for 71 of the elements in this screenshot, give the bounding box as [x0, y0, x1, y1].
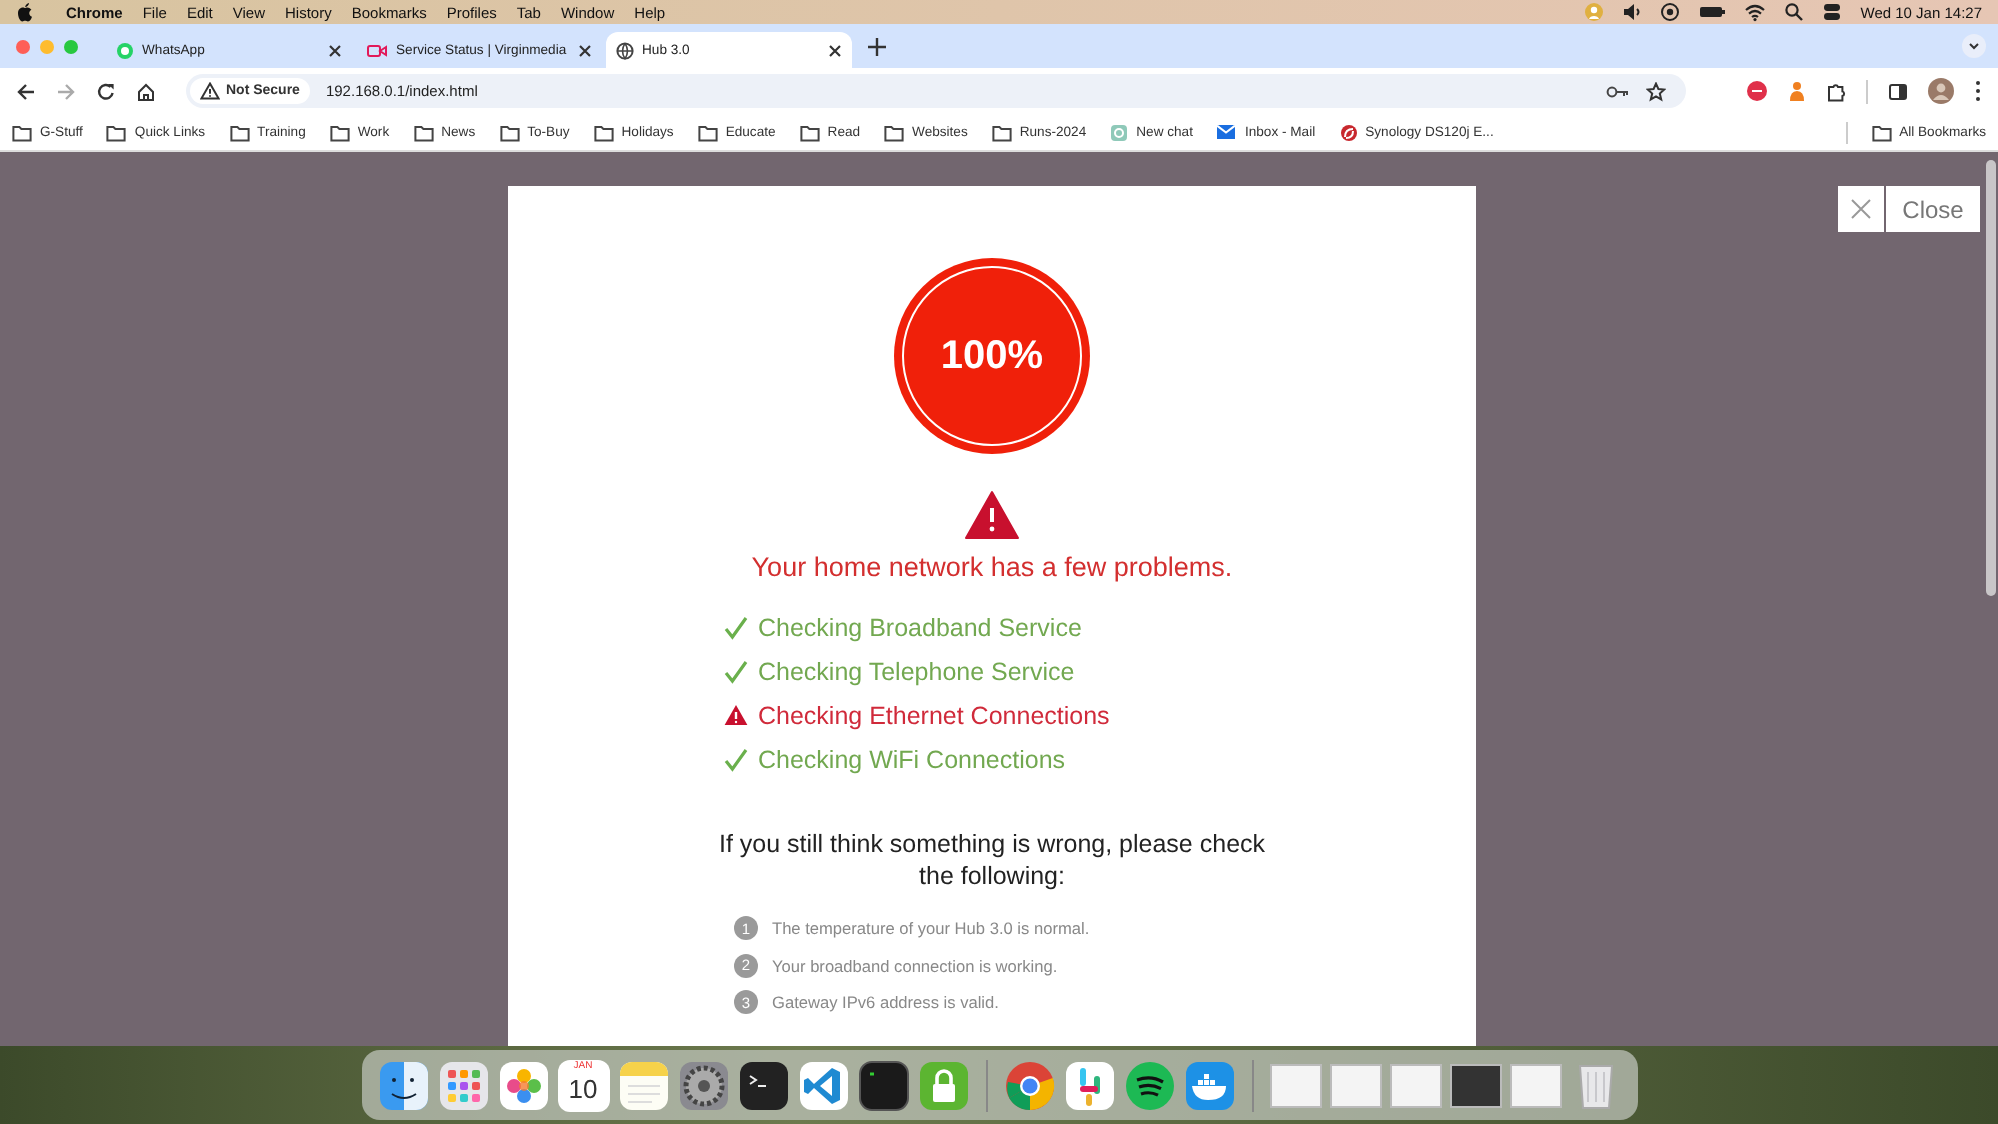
- face-icon[interactable]: [377, 1059, 429, 1111]
- close-button[interactable]: Close: [1886, 186, 1980, 232]
- terminal-icon[interactable]: [857, 1059, 909, 1111]
- sound-waves-icon[interactable]: [1123, 1059, 1175, 1111]
- more-menu-icon[interactable]: [1974, 80, 1982, 102]
- check-label: Checking Broadband Service: [758, 613, 1082, 641]
- folder-icon: [106, 123, 127, 141]
- folder-icon: [1871, 123, 1892, 141]
- toggles-icon[interactable]: [1822, 2, 1843, 22]
- side-panel-icon[interactable]: [1888, 81, 1908, 101]
- check-label: Checking Ethernet Connections: [758, 701, 1110, 729]
- folder-icon: [329, 123, 350, 141]
- check-label: Checking WiFi Connections: [758, 745, 1066, 773]
- envelope-icon: [1216, 124, 1237, 140]
- battery-icon[interactable]: [1698, 2, 1727, 22]
- folder-icon: [697, 123, 718, 141]
- flower-icon[interactable]: [497, 1059, 549, 1111]
- reload-icon[interactable]: [96, 81, 116, 101]
- folder-icon: [499, 123, 520, 141]
- folder-icon: [593, 123, 614, 141]
- terminal-icon[interactable]: [737, 1059, 789, 1111]
- scrollbar-thumb[interactable]: [1986, 160, 1996, 596]
- window-thumbnail[interactable]: [1389, 1063, 1441, 1107]
- close-icon[interactable]: [578, 43, 592, 57]
- calendar-day: 10: [568, 1073, 598, 1103]
- folder-icon: [12, 123, 32, 141]
- score-circle: 100%: [894, 258, 1090, 454]
- avatar-icon[interactable]: [1928, 78, 1954, 104]
- key-icon[interactable]: [1606, 83, 1630, 99]
- window-thumbnail[interactable]: [1269, 1063, 1321, 1107]
- headline-text: Your home network has a few problems.: [751, 552, 1233, 582]
- search-icon[interactable]: [1784, 2, 1805, 22]
- swirl-icon: [1339, 123, 1358, 141]
- window-thumbnail[interactable]: [1329, 1063, 1381, 1107]
- globe-icon: [616, 41, 634, 59]
- puzzle-icon[interactable]: [1826, 81, 1846, 101]
- chrome-icon[interactable]: [1003, 1059, 1055, 1111]
- chevron-down-icon[interactable]: [1962, 34, 1986, 58]
- close-icon[interactable]: [328, 43, 342, 57]
- play-icon[interactable]: [1660, 2, 1681, 22]
- code-editor-icon[interactable]: [797, 1059, 849, 1111]
- back-arrow-icon[interactable]: [16, 81, 36, 101]
- warning-icon: [200, 82, 220, 100]
- no-entry-icon[interactable]: [1746, 80, 1768, 102]
- item-text: Gateway IPv6 address is valid.: [772, 992, 999, 1013]
- item-text: The temperature of your Hub 3.0 is normal.: [772, 918, 1090, 939]
- chat-app-icon: [1110, 123, 1129, 141]
- folder-icon: [884, 123, 905, 141]
- new-tab-icon[interactable]: [868, 37, 886, 55]
- chat-bubble-icon: [116, 41, 134, 59]
- advice-text: If you still think something is wrong, please check the following:: [716, 828, 1268, 892]
- check-label: Checking Telephone Service: [758, 657, 1075, 685]
- gear-icon[interactable]: [677, 1059, 729, 1111]
- item-text: Your broadband connection is working.: [772, 955, 1058, 976]
- video-icon: [366, 41, 388, 59]
- star-icon[interactable]: [1646, 81, 1666, 101]
- figure-extension-icon[interactable]: [1788, 80, 1806, 102]
- close-icon: [1850, 198, 1872, 220]
- speaker-icon[interactable]: [1622, 2, 1643, 22]
- folder-icon: [991, 123, 1012, 141]
- wifi-icon[interactable]: [1744, 2, 1767, 22]
- window-thumbnail[interactable]: [1449, 1063, 1501, 1107]
- folder-icon: [229, 123, 250, 141]
- close-icon[interactable]: [828, 43, 842, 57]
- window-thumbnail[interactable]: [1509, 1063, 1561, 1107]
- folder-icon: [413, 123, 434, 141]
- hash-grid-icon[interactable]: [1063, 1059, 1115, 1111]
- home-icon[interactable]: [136, 81, 156, 101]
- apple-icon[interactable]: [16, 2, 34, 22]
- warning-icon: [964, 490, 1020, 540]
- folder-icon: [799, 123, 820, 141]
